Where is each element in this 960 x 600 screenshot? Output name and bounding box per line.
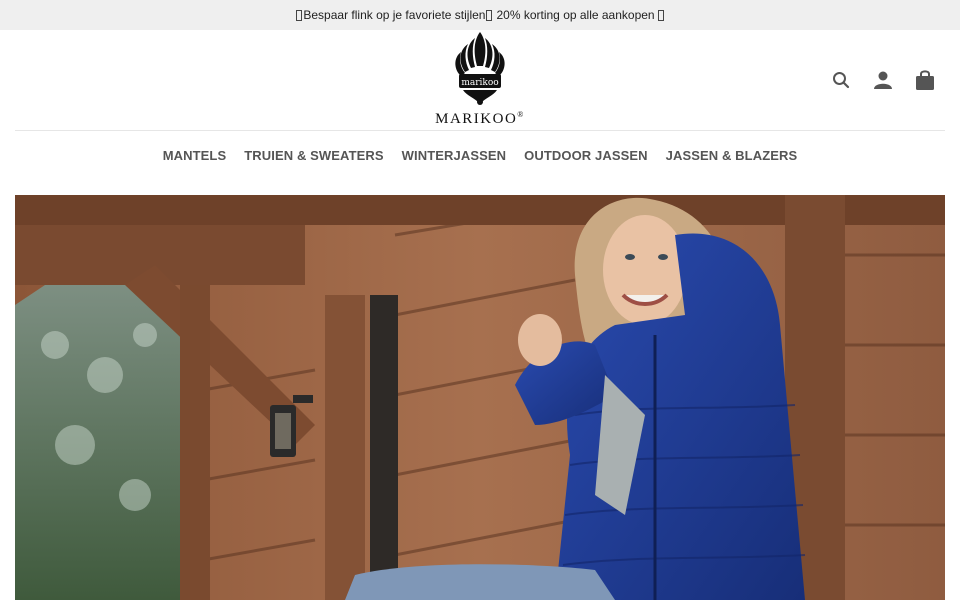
site-header: marikoo MARIKOO® xyxy=(0,30,960,130)
svg-text:marikoo: marikoo xyxy=(461,78,498,88)
gift-icon xyxy=(657,9,664,21)
nav-item-truien-sweaters[interactable]: TRUIEN & SWEATERS xyxy=(235,148,392,163)
gift-icon xyxy=(486,9,493,21)
account-icon xyxy=(874,71,892,89)
nav-item-winterjassen[interactable]: WINTERJASSEN xyxy=(393,148,516,163)
header-actions xyxy=(820,68,946,92)
nav-item-mantels[interactable]: MANTELS xyxy=(154,148,236,163)
cart-icon xyxy=(916,70,934,90)
registered-mark: ® xyxy=(517,110,525,119)
cart-button[interactable] xyxy=(904,68,946,92)
search-button[interactable] xyxy=(820,68,862,92)
announcement-bar: Bespaar flink op je favoriete stijlen 20… xyxy=(0,0,960,30)
hero-illustration xyxy=(15,195,945,600)
hero-image[interactable] xyxy=(15,195,945,600)
main-navigation: MANTELS TRUIEN & SWEATERS WINTERJASSEN O… xyxy=(0,140,960,170)
announcement-text: Bespaar flink op je favoriete stijlen xyxy=(303,8,486,22)
header-divider xyxy=(15,130,945,131)
search-icon xyxy=(833,72,850,89)
brand-name: MARIKOO xyxy=(435,111,518,127)
announcement-discount: 20% korting op alle aankopen xyxy=(496,8,655,22)
brand-wordmark: MARIKOO® xyxy=(435,110,525,128)
brand-logo[interactable]: marikoo MARIKOO® xyxy=(420,30,540,130)
logo-emblem: marikoo xyxy=(455,32,505,105)
nav-item-jassen-blazers[interactable]: JASSEN & BLAZERS xyxy=(657,148,807,163)
nav-item-outdoor-jassen[interactable]: OUTDOOR JASSEN xyxy=(515,148,656,163)
gift-icon xyxy=(296,9,303,21)
account-button[interactable] xyxy=(862,68,904,92)
